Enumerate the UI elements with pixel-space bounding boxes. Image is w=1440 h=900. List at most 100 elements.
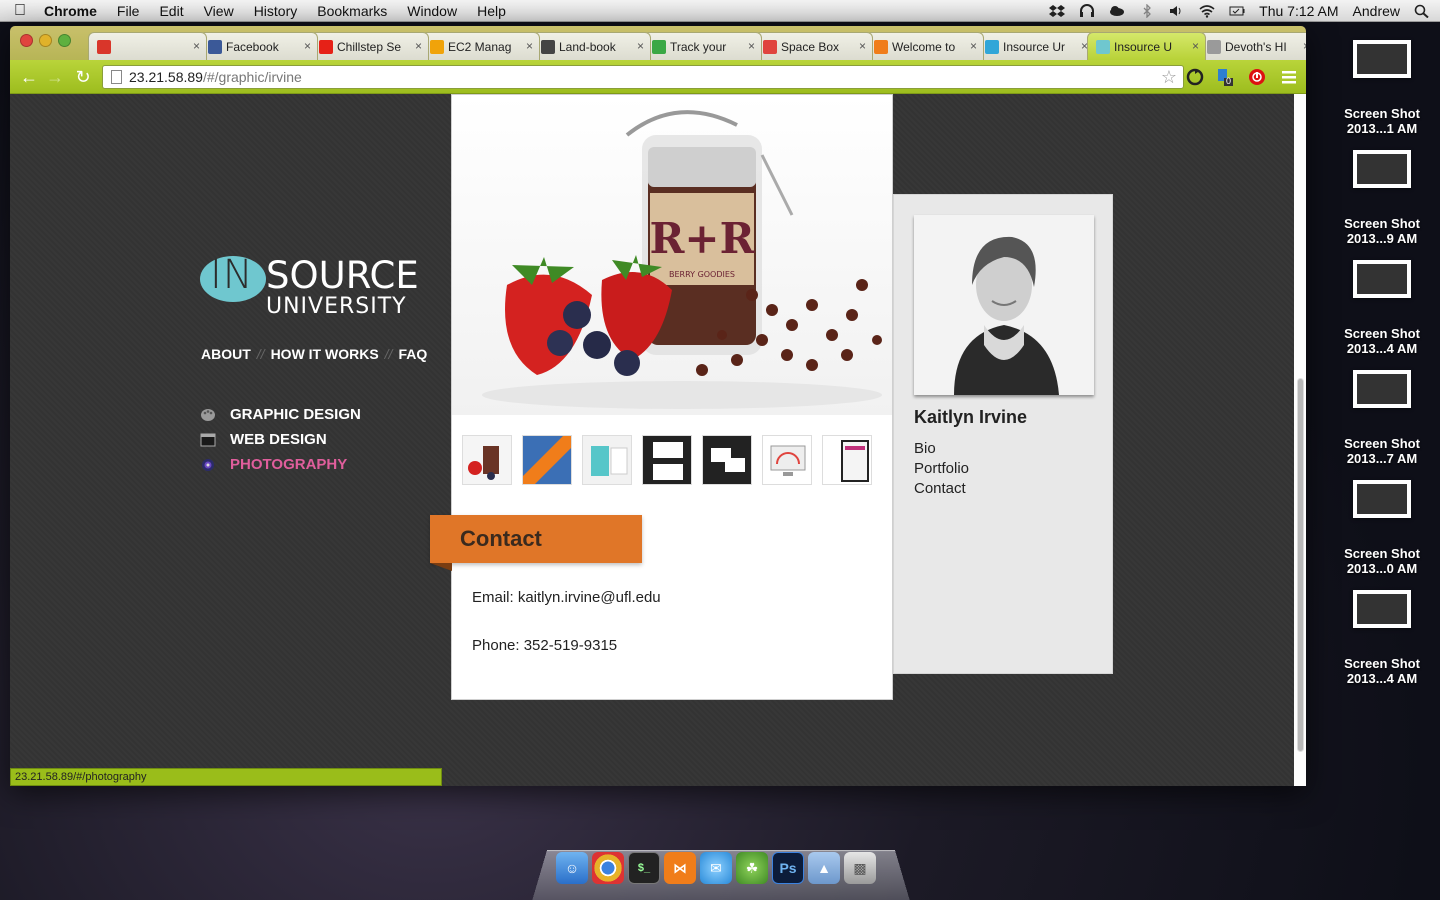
photoshop-icon[interactable]: Ps [772,852,804,884]
nav-faq[interactable]: FAQ [398,346,427,362]
headphones-icon[interactable] [1079,4,1095,18]
nav-how-it-works[interactable]: HOW IT WORKS [271,346,379,362]
menu-history[interactable]: History [244,3,308,19]
contact-heading: Contact [460,526,542,551]
menu-window[interactable]: Window [397,3,467,19]
zoom-window-button[interactable] [58,34,71,47]
desktop-file-label: Screen Shot 2013...4 AM [1344,326,1420,356]
menubar-user[interactable]: Andrew [1353,3,1400,19]
menu-help[interactable]: Help [467,3,516,19]
messages-icon[interactable]: ✉ [700,852,732,884]
browser-tab[interactable]: EC2 Manag × [421,32,540,60]
thumbnail[interactable] [762,435,812,485]
adium-icon[interactable]: ☘ [736,852,768,884]
category-label: GRAPHIC DESIGN [230,406,361,423]
browser-tab[interactable]: Land-book × [532,32,651,60]
browser-tab[interactable]: Space Box × [754,32,873,60]
browser-tab[interactable]: Chillstep Se × [310,32,429,60]
close-tab-icon[interactable]: × [526,39,533,53]
insource-icon [1096,39,1110,54]
close-tab-icon[interactable]: × [637,39,644,53]
palette-icon [200,407,216,423]
page-scrollbar[interactable] [1294,94,1306,786]
profile-link-bio[interactable]: Bio [914,439,969,459]
applications-folder-icon[interactable]: ▲ [808,852,840,884]
browser-tab[interactable]: Devoth's HI × [1198,32,1306,60]
thumbnail[interactable] [702,435,752,485]
thumbnail[interactable] [582,435,632,485]
insource-logo[interactable]: IN SOURCE UNIVERSITY [200,252,420,322]
adblock-icon[interactable] [1248,68,1266,86]
menu-file[interactable]: File [107,3,150,19]
desktop-file-icon[interactable]: Screen Shot 2013...9 AM [1330,150,1434,260]
chrome-menu-icon[interactable] [1280,68,1298,86]
menu-app-name[interactable]: Chrome [40,3,107,19]
desktop-file-icon[interactable]: Screen Shot 2013...0 AM [1330,480,1434,590]
desktop-file-icon[interactable]: Screen Shot 2013...1 AM [1330,40,1434,150]
browser-tab[interactable]: Facebook × [199,32,318,60]
browser-tab[interactable]: Insource Ur × [976,32,1095,60]
trash-icon[interactable]: ▩ [844,852,876,884]
category-graphic-design[interactable]: GRAPHIC DESIGN [200,402,361,427]
menu-view[interactable]: View [194,3,244,19]
close-tab-icon[interactable]: × [970,39,977,53]
tab-title: Space Box [781,39,840,54]
desktop-file-icon[interactable]: Screen Shot 2013...4 AM [1330,260,1434,370]
wifi-icon[interactable] [1199,4,1215,18]
thumbnail[interactable] [462,435,512,485]
close-window-button[interactable] [20,34,33,47]
address-bar[interactable]: 23.21.58.89/#/graphic/irvine ☆ [102,65,1184,89]
dropbox-icon[interactable] [1049,4,1066,18]
category-web-design[interactable]: WEB DESIGN [200,427,361,452]
nav-about[interactable]: ABOUT [201,346,251,362]
close-tab-icon[interactable]: × [859,39,866,53]
thumbnail[interactable] [822,435,872,485]
menu-bookmarks[interactable]: Bookmarks [307,3,397,19]
bluetooth-icon[interactable] [1139,3,1155,19]
menu-edit[interactable]: Edit [149,3,193,19]
chrome-icon[interactable] [592,852,624,884]
desktop-file-label: Screen Shot 2013...4 AM [1344,656,1420,686]
spotlight-search-icon[interactable] [1414,4,1430,19]
extension-badge-icon[interactable]: 0 [1216,68,1234,86]
back-button[interactable]: ← [18,66,40,88]
thumbnail[interactable] [642,435,692,485]
thumbnail[interactable] [522,435,572,485]
forward-button[interactable]: → [44,66,66,88]
terminal-icon[interactable]: $_ [628,852,660,884]
minimize-window-button[interactable] [39,34,52,47]
contact-email[interactable]: Email: kaitlyn.irvine@ufl.edu [472,589,661,606]
close-tab-icon[interactable]: × [1192,39,1199,53]
profile-link-contact[interactable]: Contact [914,479,969,499]
close-tab-icon[interactable]: × [748,39,755,53]
xampp-icon[interactable]: ⋈ [664,852,696,884]
page-viewport: IN SOURCE UNIVERSITY ABOUT // HOW IT WOR… [10,94,1306,786]
desktop-file-icon[interactable]: Screen Shot 2013...4 AM [1330,590,1434,700]
close-tab-icon[interactable]: × [193,39,200,53]
link-status-bar: 23.21.58.89/#/photography [10,768,442,786]
apple-menu-icon[interactable]:  [0,2,40,20]
cloud-icon[interactable] [1109,4,1125,18]
top-navigation: ABOUT // HOW IT WORKS // FAQ [201,346,427,362]
hero-jar-label: R+R [650,214,756,263]
category-photography[interactable]: PHOTOGRAPHY [200,452,361,477]
close-tab-icon[interactable]: × [415,39,422,53]
profile-link-portfolio[interactable]: Portfolio [914,459,969,479]
browser-tab[interactable]: Welcome to × [865,32,984,60]
close-tab-icon[interactable]: × [1303,39,1306,53]
browser-tab[interactable]: Insource U × [1087,32,1206,60]
close-tab-icon[interactable]: × [304,39,311,53]
battery-icon[interactable] [1229,4,1245,18]
browser-tab[interactable]: Track your × [643,32,762,60]
bookmark-star-icon[interactable]: ☆ [1161,67,1177,88]
menubar-clock[interactable]: Thu 7:12 AM [1259,3,1338,19]
desktop-file-icon[interactable]: Screen Shot 2013...7 AM [1330,370,1434,480]
scrollbar-thumb[interactable] [1297,378,1304,752]
browser-tab[interactable]: × [88,32,207,60]
volume-icon[interactable] [1169,4,1185,18]
hero-image[interactable]: R+R BERRY GOODIES [452,95,892,415]
finder-icon[interactable]: ☺ [556,852,588,884]
profile-photo [914,215,1094,395]
reload-button[interactable]: ↻ [72,66,94,88]
sync-extension-icon[interactable] [1186,68,1204,86]
